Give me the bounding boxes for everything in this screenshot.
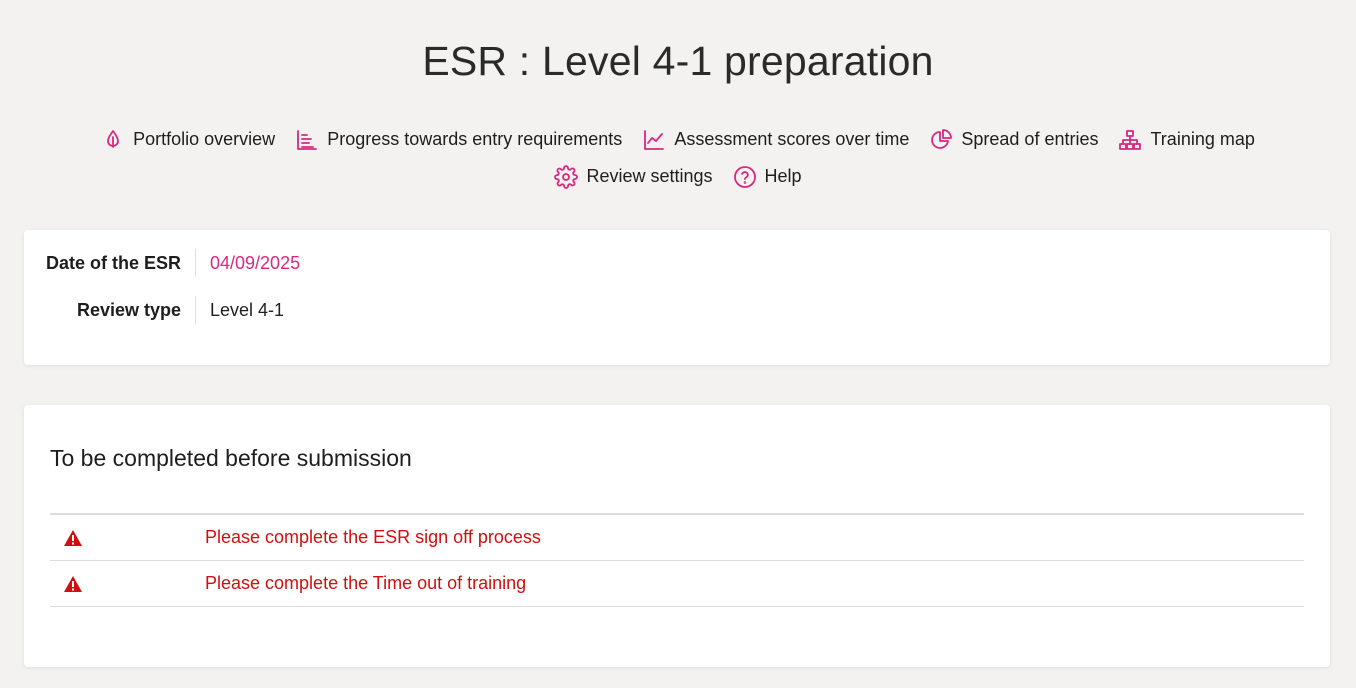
task-row: Please complete the Time out of training (50, 561, 1304, 607)
nav-assessment-scores[interactable]: Assessment scores over time (642, 126, 909, 153)
esr-date-label: Date of the ESR (24, 249, 196, 277)
nav-review-settings[interactable]: Review settings (554, 163, 713, 190)
esr-details-card: Date of the ESR 04/09/2025 Review type L… (24, 230, 1330, 365)
tasks-title: To be completed before submission (50, 445, 412, 471)
nav-label: Spread of entries (961, 129, 1099, 149)
nav-label: Training map (1150, 129, 1255, 149)
warning-icon (50, 529, 205, 547)
submission-tasks-card: To be completed before submission Please… (24, 405, 1330, 667)
report-navigation: Portfolio overview Progress towards entr… (0, 126, 1356, 190)
esr-date-value[interactable]: 04/09/2025 (196, 249, 300, 277)
nav-label: Review settings (586, 166, 713, 186)
nav-training-map[interactable]: Training map (1118, 126, 1255, 153)
line-chart-icon (642, 128, 666, 152)
esr-date-row: Date of the ESR 04/09/2025 (24, 249, 300, 277)
bar-list-icon (295, 128, 319, 152)
nav-label: Assessment scores over time (674, 129, 910, 149)
sitemap-icon (1118, 128, 1142, 152)
task-row: Please complete the ESR sign off process (50, 515, 1304, 561)
task-sign-off-link[interactable]: Please complete the ESR sign off process (205, 527, 541, 548)
review-type-label: Review type (24, 296, 196, 324)
nav-label: Help (764, 166, 802, 186)
nav-help[interactable]: Help (733, 163, 802, 190)
task-list: Please complete the ESR sign off process… (50, 513, 1304, 607)
nav-progress-entry-requirements[interactable]: Progress towards entry requirements (295, 126, 622, 153)
nav-label: Portfolio overview (133, 129, 276, 149)
page-title: ESR : Level 4-1 preparation (422, 38, 934, 84)
gear-icon (554, 164, 579, 189)
help-icon (733, 165, 757, 189)
review-type-value: Level 4-1 (210, 300, 285, 320)
nav-spread-of-entries[interactable]: Spread of entries (929, 126, 1098, 153)
warning-icon (50, 575, 205, 593)
task-time-out-link[interactable]: Please complete the Time out of training (205, 573, 526, 594)
pie-chart-icon (929, 128, 953, 152)
nav-label: Progress towards entry requirements (327, 129, 623, 149)
nav-row-secondary: Review settings Help (554, 163, 802, 190)
review-type-row: Review type Level 4-1 (24, 296, 284, 324)
nav-portfolio-overview[interactable]: Portfolio overview (101, 126, 275, 153)
portfolio-icon (101, 128, 125, 152)
nav-row-primary: Portfolio overview Progress towards entr… (101, 126, 1255, 153)
